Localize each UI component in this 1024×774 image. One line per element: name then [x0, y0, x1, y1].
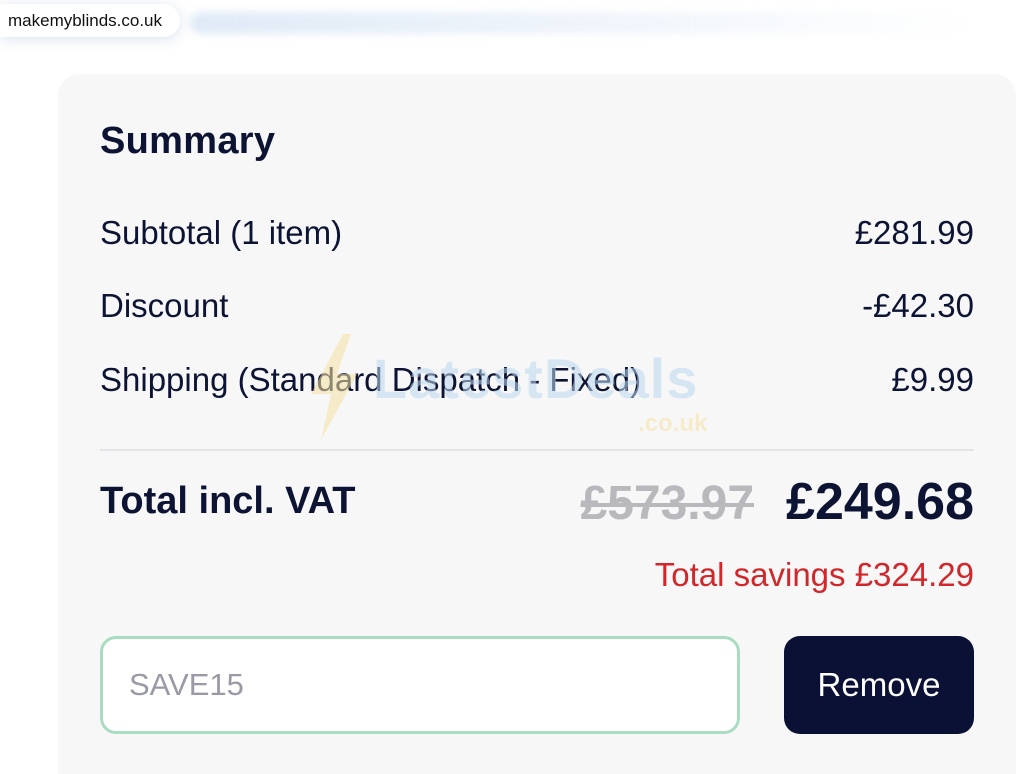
total-savings: Total savings £324.29	[654, 556, 974, 593]
summary-card: Summary Subtotal (1 item) £281.99 Discou…	[58, 74, 1016, 774]
summary-divider	[100, 449, 974, 451]
shipping-row: Shipping (Standard Dispatch - Fixed) £9.…	[100, 358, 974, 402]
total-values: £573.97 £249.68	[581, 472, 974, 532]
address-bar-shadow	[190, 12, 970, 34]
shipping-value: £9.99	[891, 361, 974, 398]
total-label: Total incl. VAT	[100, 480, 356, 522]
subtotal-value: £281.99	[854, 214, 974, 251]
discount-row: Discount -£42.30	[100, 284, 974, 328]
subtotal-label: Subtotal (1 item)	[100, 214, 343, 251]
watermark-subtext: .co.uk	[638, 410, 708, 437]
remove-voucher-button[interactable]: Remove	[784, 636, 974, 734]
discount-label: Discount	[100, 287, 229, 324]
voucher-code-input[interactable]	[100, 636, 740, 734]
discount-value: -£42.30	[862, 287, 974, 324]
subtotal-row: Subtotal (1 item) £281.99	[100, 211, 974, 255]
site-domain-text: makemyblinds.co.uk	[8, 10, 163, 30]
summary-title: Summary	[100, 120, 276, 162]
original-total: £573.97	[580, 477, 755, 530]
order-total: £249.68	[786, 473, 974, 531]
shipping-label: Shipping (Standard Dispatch - Fixed)	[100, 361, 642, 398]
site-domain-pill[interactable]: makemyblinds.co.uk	[0, 4, 181, 37]
